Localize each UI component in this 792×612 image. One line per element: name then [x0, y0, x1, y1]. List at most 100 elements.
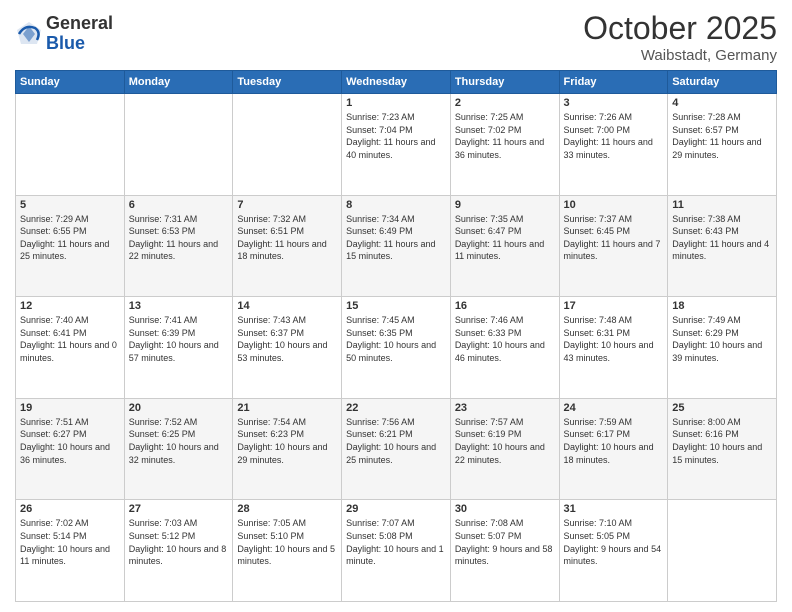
- calendar-cell: 1 Sunrise: 7:23 AM Sunset: 7:04 PM Daylig…: [342, 94, 451, 196]
- calendar-cell: 11 Sunrise: 7:38 AM Sunset: 6:43 PM Dayli…: [668, 195, 777, 297]
- day-number: 1: [346, 97, 446, 109]
- day-info: Sunrise: 8:00 AM Sunset: 6:16 PM Dayligh…: [672, 416, 772, 466]
- day-info: Sunrise: 7:25 AM Sunset: 7:02 PM Dayligh…: [455, 111, 555, 161]
- day-info: Sunrise: 7:57 AM Sunset: 6:19 PM Dayligh…: [455, 416, 555, 466]
- day-number: 30: [455, 503, 555, 515]
- day-info: Sunrise: 7:10 AM Sunset: 5:05 PM Dayligh…: [564, 517, 664, 567]
- calendar-cell: 3 Sunrise: 7:26 AM Sunset: 7:00 PM Daylig…: [559, 94, 668, 196]
- day-number: 2: [455, 97, 555, 109]
- day-info: Sunrise: 7:40 AM Sunset: 6:41 PM Dayligh…: [20, 314, 120, 364]
- day-info: Sunrise: 7:07 AM Sunset: 5:08 PM Dayligh…: [346, 517, 446, 567]
- header-saturday: Saturday: [668, 71, 777, 94]
- day-number: 26: [20, 503, 120, 515]
- calendar-cell: 30Sunrise: 7:08 AM Sunset: 5:07 PM Dayli…: [450, 500, 559, 602]
- day-number: 24: [564, 402, 664, 414]
- location: Waibstadt, Germany: [583, 47, 777, 64]
- title-block: October 2025 Waibstadt, Germany: [583, 10, 777, 64]
- calendar-cell: 29 Sunrise: 7:07 AM Sunset: 5:08 PM Dayli…: [342, 500, 451, 602]
- calendar-cell: 20 Sunrise: 7:52 AM Sunset: 6:25 PM Dayli…: [124, 398, 233, 500]
- header-thursday: Thursday: [450, 71, 559, 94]
- day-info: Sunrise: 7:59 AM Sunset: 6:17 PM Dayligh…: [564, 416, 664, 466]
- day-info: Sunrise: 7:34 AM Sunset: 6:49 PM Dayligh…: [346, 213, 446, 263]
- day-number: 12: [20, 300, 120, 312]
- day-number: 20: [129, 402, 229, 414]
- day-info: Sunrise: 7:56 AM Sunset: 6:21 PM Dayligh…: [346, 416, 446, 466]
- logo-blue: Blue: [46, 33, 85, 53]
- day-number: 25: [672, 402, 772, 414]
- calendar-cell: 31 Sunrise: 7:10 AM Sunset: 5:05 PM Dayli…: [559, 500, 668, 602]
- calendar-cell: 15 Sunrise: 7:45 AM Sunset: 6:35 PM Dayli…: [342, 297, 451, 399]
- days-header-row: Sunday Monday Tuesday Wednesday Thursday…: [16, 71, 777, 94]
- day-number: 10: [564, 199, 664, 211]
- day-number: 13: [129, 300, 229, 312]
- day-number: 15: [346, 300, 446, 312]
- calendar-cell: 6 Sunrise: 7:31 AM Sunset: 6:53 PM Daylig…: [124, 195, 233, 297]
- calendar-cell: 22 Sunrise: 7:56 AM Sunset: 6:21 PM Dayli…: [342, 398, 451, 500]
- day-info: Sunrise: 7:31 AM Sunset: 6:53 PM Dayligh…: [129, 213, 229, 263]
- calendar-cell: 7 Sunrise: 7:32 AM Sunset: 6:51 PM Daylig…: [233, 195, 342, 297]
- day-info: Sunrise: 7:43 AM Sunset: 6:37 PM Dayligh…: [237, 314, 337, 364]
- day-info: Sunrise: 7:35 AM Sunset: 6:47 PM Dayligh…: [455, 213, 555, 263]
- week-row-2: 12 Sunrise: 7:40 AM Sunset: 6:41 PM Dayli…: [16, 297, 777, 399]
- day-info: Sunrise: 7:41 AM Sunset: 6:39 PM Dayligh…: [129, 314, 229, 364]
- day-number: 29: [346, 503, 446, 515]
- calendar-cell: 16 Sunrise: 7:46 AM Sunset: 6:33 PM Dayli…: [450, 297, 559, 399]
- calendar-cell: [16, 94, 125, 196]
- header-monday: Monday: [124, 71, 233, 94]
- day-number: 6: [129, 199, 229, 211]
- week-row-0: 1 Sunrise: 7:23 AM Sunset: 7:04 PM Daylig…: [16, 94, 777, 196]
- day-info: Sunrise: 7:23 AM Sunset: 7:04 PM Dayligh…: [346, 111, 446, 161]
- day-info: Sunrise: 7:54 AM Sunset: 6:23 PM Dayligh…: [237, 416, 337, 466]
- day-number: 9: [455, 199, 555, 211]
- calendar-cell: 9 Sunrise: 7:35 AM Sunset: 6:47 PM Daylig…: [450, 195, 559, 297]
- calendar-cell: 12 Sunrise: 7:40 AM Sunset: 6:41 PM Dayli…: [16, 297, 125, 399]
- day-number: 17: [564, 300, 664, 312]
- header-wednesday: Wednesday: [342, 71, 451, 94]
- calendar-cell: 24 Sunrise: 7:59 AM Sunset: 6:17 PM Dayli…: [559, 398, 668, 500]
- calendar-cell: 5 Sunrise: 7:29 AM Sunset: 6:55 PM Daylig…: [16, 195, 125, 297]
- day-number: 21: [237, 402, 337, 414]
- day-info: Sunrise: 7:03 AM Sunset: 5:12 PM Dayligh…: [129, 517, 229, 567]
- day-info: Sunrise: 7:46 AM Sunset: 6:33 PM Dayligh…: [455, 314, 555, 364]
- day-info: Sunrise: 7:37 AM Sunset: 6:45 PM Dayligh…: [564, 213, 664, 263]
- logo-general: General: [46, 13, 113, 33]
- day-number: 11: [672, 199, 772, 211]
- calendar-cell: 21 Sunrise: 7:54 AM Sunset: 6:23 PM Dayli…: [233, 398, 342, 500]
- day-info: Sunrise: 7:26 AM Sunset: 7:00 PM Dayligh…: [564, 111, 664, 161]
- calendar-cell: 19Sunrise: 7:51 AM Sunset: 6:27 PM Dayli…: [16, 398, 125, 500]
- day-info: Sunrise: 7:45 AM Sunset: 6:35 PM Dayligh…: [346, 314, 446, 364]
- day-info: Sunrise: 7:49 AM Sunset: 6:29 PM Dayligh…: [672, 314, 772, 364]
- calendar-cell: 14 Sunrise: 7:43 AM Sunset: 6:37 PM Dayli…: [233, 297, 342, 399]
- calendar-cell: 26Sunrise: 7:02 AM Sunset: 5:14 PM Dayli…: [16, 500, 125, 602]
- header-tuesday: Tuesday: [233, 71, 342, 94]
- calendar-cell: 10 Sunrise: 7:37 AM Sunset: 6:45 PM Dayli…: [559, 195, 668, 297]
- day-number: 16: [455, 300, 555, 312]
- calendar-cell: 4Sunrise: 7:28 AM Sunset: 6:57 PM Daylig…: [668, 94, 777, 196]
- page: General Blue October 2025 Waibstadt, Ger…: [0, 0, 792, 612]
- day-number: 18: [672, 300, 772, 312]
- day-info: Sunrise: 7:51 AM Sunset: 6:27 PM Dayligh…: [20, 416, 120, 466]
- day-number: 22: [346, 402, 446, 414]
- header: General Blue October 2025 Waibstadt, Ger…: [15, 10, 777, 64]
- day-number: 31: [564, 503, 664, 515]
- day-info: Sunrise: 7:29 AM Sunset: 6:55 PM Dayligh…: [20, 213, 120, 263]
- day-number: 8: [346, 199, 446, 211]
- day-number: 14: [237, 300, 337, 312]
- calendar-cell: 25 Sunrise: 8:00 AM Sunset: 6:16 PM Dayli…: [668, 398, 777, 500]
- day-info: Sunrise: 7:05 AM Sunset: 5:10 PM Dayligh…: [237, 517, 337, 567]
- logo-text: General Blue: [46, 14, 113, 54]
- header-friday: Friday: [559, 71, 668, 94]
- day-number: 3: [564, 97, 664, 109]
- logo: General Blue: [15, 14, 113, 54]
- day-info: Sunrise: 7:52 AM Sunset: 6:25 PM Dayligh…: [129, 416, 229, 466]
- day-info: Sunrise: 7:28 AM Sunset: 6:57 PM Dayligh…: [672, 111, 772, 161]
- day-info: Sunrise: 7:38 AM Sunset: 6:43 PM Dayligh…: [672, 213, 772, 263]
- day-number: 7: [237, 199, 337, 211]
- calendar-cell: [233, 94, 342, 196]
- calendar-cell: 18 Sunrise: 7:49 AM Sunset: 6:29 PM Dayli…: [668, 297, 777, 399]
- calendar-cell: 28Sunrise: 7:05 AM Sunset: 5:10 PM Dayli…: [233, 500, 342, 602]
- day-number: 27: [129, 503, 229, 515]
- day-info: Sunrise: 7:32 AM Sunset: 6:51 PM Dayligh…: [237, 213, 337, 263]
- day-number: 5: [20, 199, 120, 211]
- calendar-cell: [124, 94, 233, 196]
